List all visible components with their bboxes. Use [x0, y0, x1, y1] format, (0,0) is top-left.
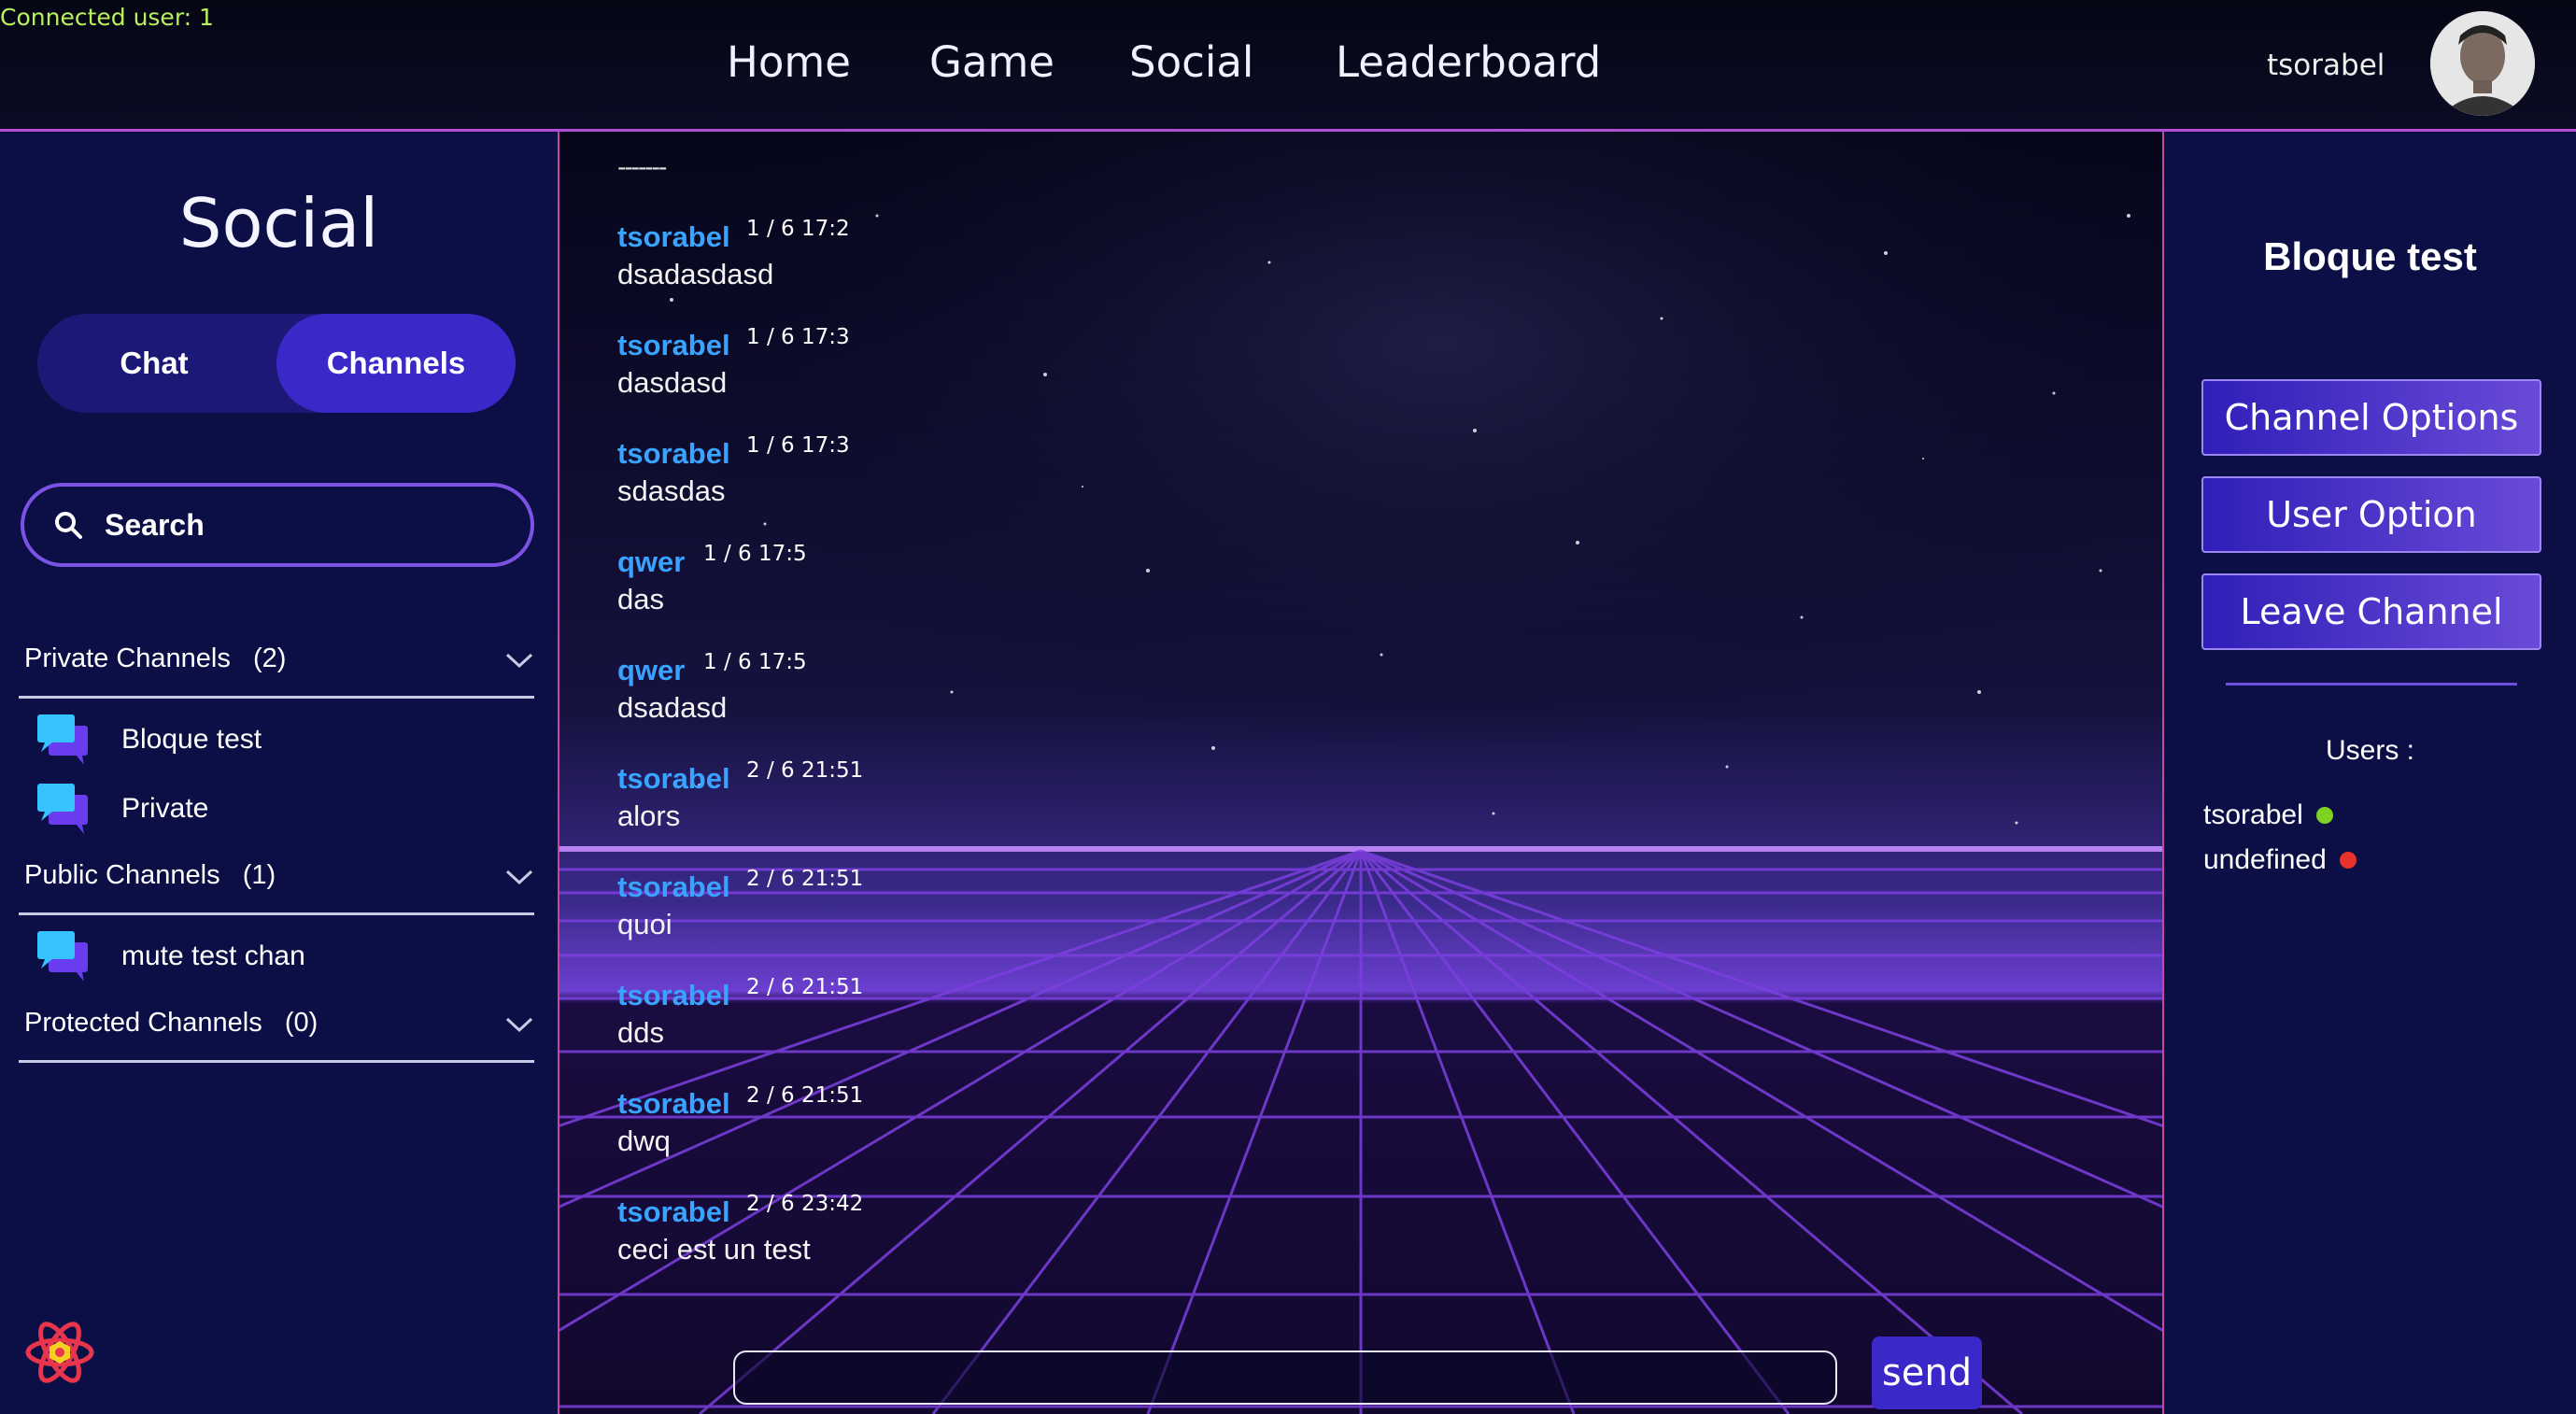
- category-label: Protected Channels (0): [24, 1008, 318, 1038]
- nav-leaderboard[interactable]: Leaderboard: [1336, 37, 1601, 87]
- channel-user-row[interactable]: tsorabel: [2203, 799, 2333, 831]
- chat-message: qwer 1 / 6 17:5 das: [617, 542, 807, 615]
- message-author[interactable]: tsorabel: [617, 870, 730, 904]
- chat-message: tsorabel 2 / 6 23:42 ceci est un test: [617, 1192, 863, 1266]
- channel-user-name: undefined: [2203, 844, 2327, 875]
- leave-channel-button[interactable]: Leave Channel: [2201, 573, 2541, 650]
- nav-home[interactable]: Home: [727, 37, 851, 87]
- message-text: alors: [617, 799, 681, 832]
- message-text: dasdasd: [617, 366, 728, 399]
- nav-game[interactable]: Game: [929, 37, 1054, 87]
- channel-user-name: tsorabel: [2203, 799, 2303, 830]
- chat-bubble-icon: [37, 931, 88, 982]
- message-timestamp: 2 / 6 23:42: [746, 1192, 864, 1216]
- chat-message: qwer 1 / 6 17:5 dsadasd: [617, 650, 807, 724]
- category-private-channels[interactable]: Private Channels (2): [19, 632, 534, 699]
- message-author[interactable]: tsorabel: [617, 329, 730, 362]
- chat-bubble-icon: [37, 714, 88, 765]
- current-username[interactable]: tsorabel: [2267, 49, 2385, 82]
- chevron-down-icon: [505, 653, 533, 669]
- divider: [2226, 683, 2517, 686]
- search-box: [21, 483, 534, 567]
- tab-chat[interactable]: Chat: [37, 314, 271, 413]
- message-author[interactable]: tsorabel: [617, 1195, 730, 1229]
- chat-message: tsorabel 2 / 6 21:51 alors: [617, 758, 863, 832]
- message-input[interactable]: [733, 1350, 1837, 1405]
- message-author[interactable]: tsorabel: [617, 1087, 730, 1121]
- social-sidebar: Social Chat Channels Private Channels (2…: [0, 132, 559, 1414]
- message-author[interactable]: tsorabel: [617, 979, 730, 1012]
- online-status-dot: [2315, 807, 2333, 824]
- message-timestamp: 2 / 6 21:51: [746, 867, 864, 891]
- message-text: dwq: [617, 1124, 671, 1157]
- message-text: dds: [617, 1016, 664, 1049]
- message-text: ceci est un test: [617, 1233, 811, 1266]
- offline-status-dot: [2339, 852, 2357, 869]
- user-portrait-icon: [2430, 11, 2535, 116]
- search-icon: [55, 512, 82, 539]
- tab-channels[interactable]: Channels: [276, 314, 516, 413]
- search-input[interactable]: [103, 498, 499, 552]
- truncated-message: -------: [617, 152, 667, 181]
- channel-item-mute-test-chan[interactable]: mute test chan: [35, 929, 521, 985]
- message-author[interactable]: tsorabel: [617, 220, 730, 254]
- channel-name: Bloque test: [121, 724, 262, 755]
- chat-message: tsorabel 2 / 6 21:51 dds: [617, 975, 863, 1049]
- message-timestamp: 2 / 6 21:51: [746, 975, 864, 999]
- message-author[interactable]: qwer: [617, 545, 685, 579]
- channel-item-bloque-test[interactable]: Bloque test: [35, 713, 521, 769]
- chat-message: tsorabel 1 / 6 17:3 dasdasd: [617, 325, 850, 399]
- category-protected-channels[interactable]: Protected Channels (0): [19, 997, 534, 1063]
- message-timestamp: 1 / 6 17:2: [746, 217, 850, 241]
- page-title: Social: [178, 184, 379, 262]
- chat-message: tsorabel 1 / 6 17:3 sdasdas: [617, 433, 850, 507]
- message-author[interactable]: tsorabel: [617, 762, 730, 796]
- channel-options-button[interactable]: Channel Options: [2201, 379, 2541, 456]
- chat-message: tsorabel 2 / 6 21:51 quoi: [617, 867, 863, 940]
- message-text: sdasdas: [617, 474, 726, 507]
- category-label: Public Channels (1): [24, 860, 276, 890]
- category-label: Private Channels (2): [24, 643, 287, 673]
- chat-bubble-icon: [37, 784, 88, 834]
- message-list: ------- tsorabel 1 / 6 17:2 dsadasdasd t…: [559, 132, 2162, 1414]
- send-button[interactable]: send: [1872, 1336, 1982, 1409]
- message-author[interactable]: tsorabel: [617, 437, 730, 471]
- message-timestamp: 1 / 6 17:5: [703, 542, 807, 566]
- user-option-button[interactable]: User Option: [2201, 476, 2541, 553]
- chat-channels-toggle: Chat Channels: [37, 314, 516, 413]
- users-heading: Users :: [2325, 735, 2414, 766]
- message-timestamp: 1 / 6 17:5: [703, 650, 807, 674]
- message-text: dsadasdasd: [617, 258, 774, 290]
- nav-social[interactable]: Social: [1129, 37, 1253, 87]
- message-author[interactable]: qwer: [617, 654, 685, 687]
- message-text: dsadasd: [617, 691, 728, 724]
- top-navbar: Connected user: 1 Home Game Social Leade…: [0, 0, 2576, 132]
- connected-users-status: Connected user: 1: [0, 4, 214, 31]
- category-public-channels[interactable]: Public Channels (1): [19, 849, 534, 915]
- message-timestamp: 1 / 6 17:3: [746, 433, 850, 458]
- channel-name: mute test chan: [121, 940, 305, 971]
- message-timestamp: 1 / 6 17:3: [746, 325, 850, 349]
- channel-item-private[interactable]: Private: [35, 782, 521, 838]
- channel-name: Private: [121, 793, 209, 824]
- chat-message: tsorabel 2 / 6 21:51 dwq: [617, 1083, 863, 1157]
- message-text: quoi: [617, 908, 672, 940]
- message-timestamp: 2 / 6 21:51: [746, 1083, 864, 1108]
- channel-user-row[interactable]: undefined: [2203, 844, 2357, 876]
- avatar[interactable]: [2430, 11, 2535, 116]
- message-timestamp: 2 / 6 21:51: [746, 758, 864, 783]
- chevron-down-icon: [505, 1017, 533, 1033]
- channel-title: Bloque test: [2263, 234, 2477, 278]
- react-devtools-icon[interactable]: [22, 1315, 97, 1390]
- channel-details-panel: Bloque test Channel Options User Option …: [2164, 132, 2576, 1414]
- chat-message: tsorabel 1 / 6 17:2 dsadasdasd: [617, 217, 850, 290]
- message-text: das: [617, 583, 664, 615]
- chevron-down-icon: [505, 870, 533, 885]
- chat-area: ------- tsorabel 1 / 6 17:2 dsadasdasd t…: [559, 132, 2164, 1414]
